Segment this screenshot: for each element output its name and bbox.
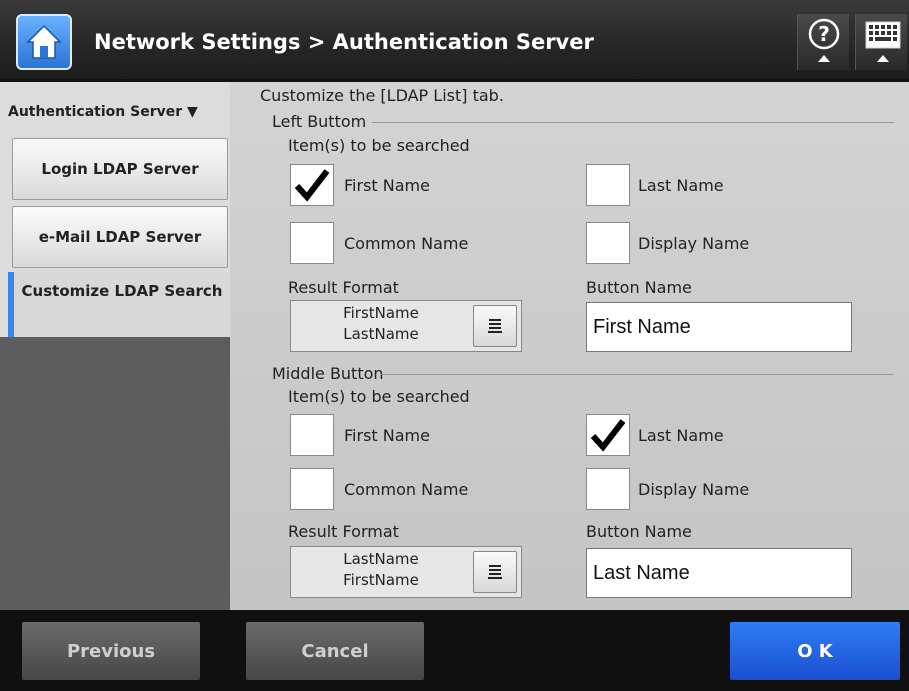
home-icon bbox=[26, 24, 62, 59]
middle-first-name-checkbox[interactable] bbox=[290, 414, 334, 456]
sidebar-heading-dropdown[interactable]: Authentication Server ▼ bbox=[8, 104, 198, 120]
middle-button-name-input[interactable]: Last Name bbox=[586, 548, 852, 598]
ok-button[interactable]: O K bbox=[730, 622, 900, 680]
format-dropdown-button[interactable] bbox=[473, 305, 517, 347]
left-result-format-select[interactable]: FirstName LastName bbox=[290, 300, 522, 352]
result-format-line: LastName bbox=[343, 550, 419, 568]
list-dropdown-icon bbox=[488, 565, 502, 579]
result-format-label: Result Format bbox=[288, 522, 399, 541]
svg-text:?: ? bbox=[818, 22, 830, 46]
left-last-name-checkbox[interactable] bbox=[586, 164, 630, 206]
page-title: Network Settings > Authentication Server bbox=[94, 30, 594, 54]
footer-bar: Previous Cancel O K bbox=[0, 610, 909, 691]
home-button[interactable] bbox=[16, 14, 72, 70]
header-bar: Network Settings > Authentication Server… bbox=[0, 0, 909, 82]
middle-result-format-select[interactable]: LastName FirstName bbox=[290, 546, 522, 598]
sidebar-item-login-ldap-server[interactable]: Login LDAP Server bbox=[12, 138, 228, 200]
button-name-label: Button Name bbox=[586, 278, 692, 297]
list-dropdown-icon bbox=[488, 319, 502, 333]
left-button-name-input[interactable]: First Name bbox=[586, 302, 852, 352]
items-label: Item(s) to be searched bbox=[288, 136, 470, 155]
result-format-value: LastName FirstName bbox=[291, 549, 471, 595]
result-format-value: FirstName LastName bbox=[291, 303, 471, 349]
instruction-text: Customize the [LDAP List] tab. bbox=[260, 86, 504, 105]
checkmark-icon bbox=[294, 169, 330, 202]
keyboard-button[interactable] bbox=[855, 14, 907, 70]
items-label: Item(s) to be searched bbox=[288, 387, 470, 406]
sidebar-item-customize-ldap-search[interactable]: Customize LDAP Search bbox=[8, 272, 230, 337]
left-first-name-checkbox[interactable] bbox=[290, 164, 334, 206]
result-format-line: FirstName bbox=[343, 571, 419, 589]
checkbox-label: Common Name bbox=[344, 234, 469, 253]
help-button[interactable]: ? bbox=[797, 14, 849, 70]
section-title-middle-button: Middle Button bbox=[272, 364, 384, 383]
left-display-name-checkbox[interactable] bbox=[586, 222, 630, 264]
checkmark-icon bbox=[590, 419, 626, 452]
left-common-name-checkbox[interactable] bbox=[290, 222, 334, 264]
result-format-line: LastName bbox=[343, 325, 419, 343]
button-name-label: Button Name bbox=[586, 522, 692, 541]
previous-button[interactable]: Previous bbox=[22, 622, 200, 680]
result-format-label: Result Format bbox=[288, 278, 399, 297]
checkbox-label: Common Name bbox=[344, 480, 469, 499]
sidebar: Authentication Server ▼ Login LDAP Serve… bbox=[0, 82, 230, 610]
checkbox-label: Display Name bbox=[638, 234, 750, 253]
sidebar-panel: Authentication Server ▼ Login LDAP Serve… bbox=[0, 82, 230, 337]
middle-display-name-checkbox[interactable] bbox=[586, 468, 630, 510]
checkbox-label: First Name bbox=[344, 426, 430, 445]
section-title-left-button: Left Buttom bbox=[272, 112, 367, 131]
middle-last-name-checkbox[interactable] bbox=[586, 414, 630, 456]
sidebar-item-email-ldap-server[interactable]: e-Mail LDAP Server bbox=[12, 206, 228, 268]
checkbox-label: First Name bbox=[344, 176, 430, 195]
main-panel: Customize the [LDAP List] tab. Left Butt… bbox=[230, 82, 909, 610]
section-divider bbox=[372, 122, 894, 123]
middle-common-name-checkbox[interactable] bbox=[290, 468, 334, 510]
checkbox-label: Last Name bbox=[638, 176, 724, 195]
format-dropdown-button[interactable] bbox=[473, 551, 517, 593]
checkbox-label: Display Name bbox=[638, 480, 750, 499]
result-format-line: FirstName bbox=[343, 304, 419, 322]
help-icon: ? bbox=[808, 18, 840, 62]
cancel-button[interactable]: Cancel bbox=[246, 622, 424, 680]
checkbox-label: Last Name bbox=[638, 426, 724, 445]
section-divider bbox=[380, 374, 894, 375]
keyboard-icon bbox=[865, 21, 901, 62]
